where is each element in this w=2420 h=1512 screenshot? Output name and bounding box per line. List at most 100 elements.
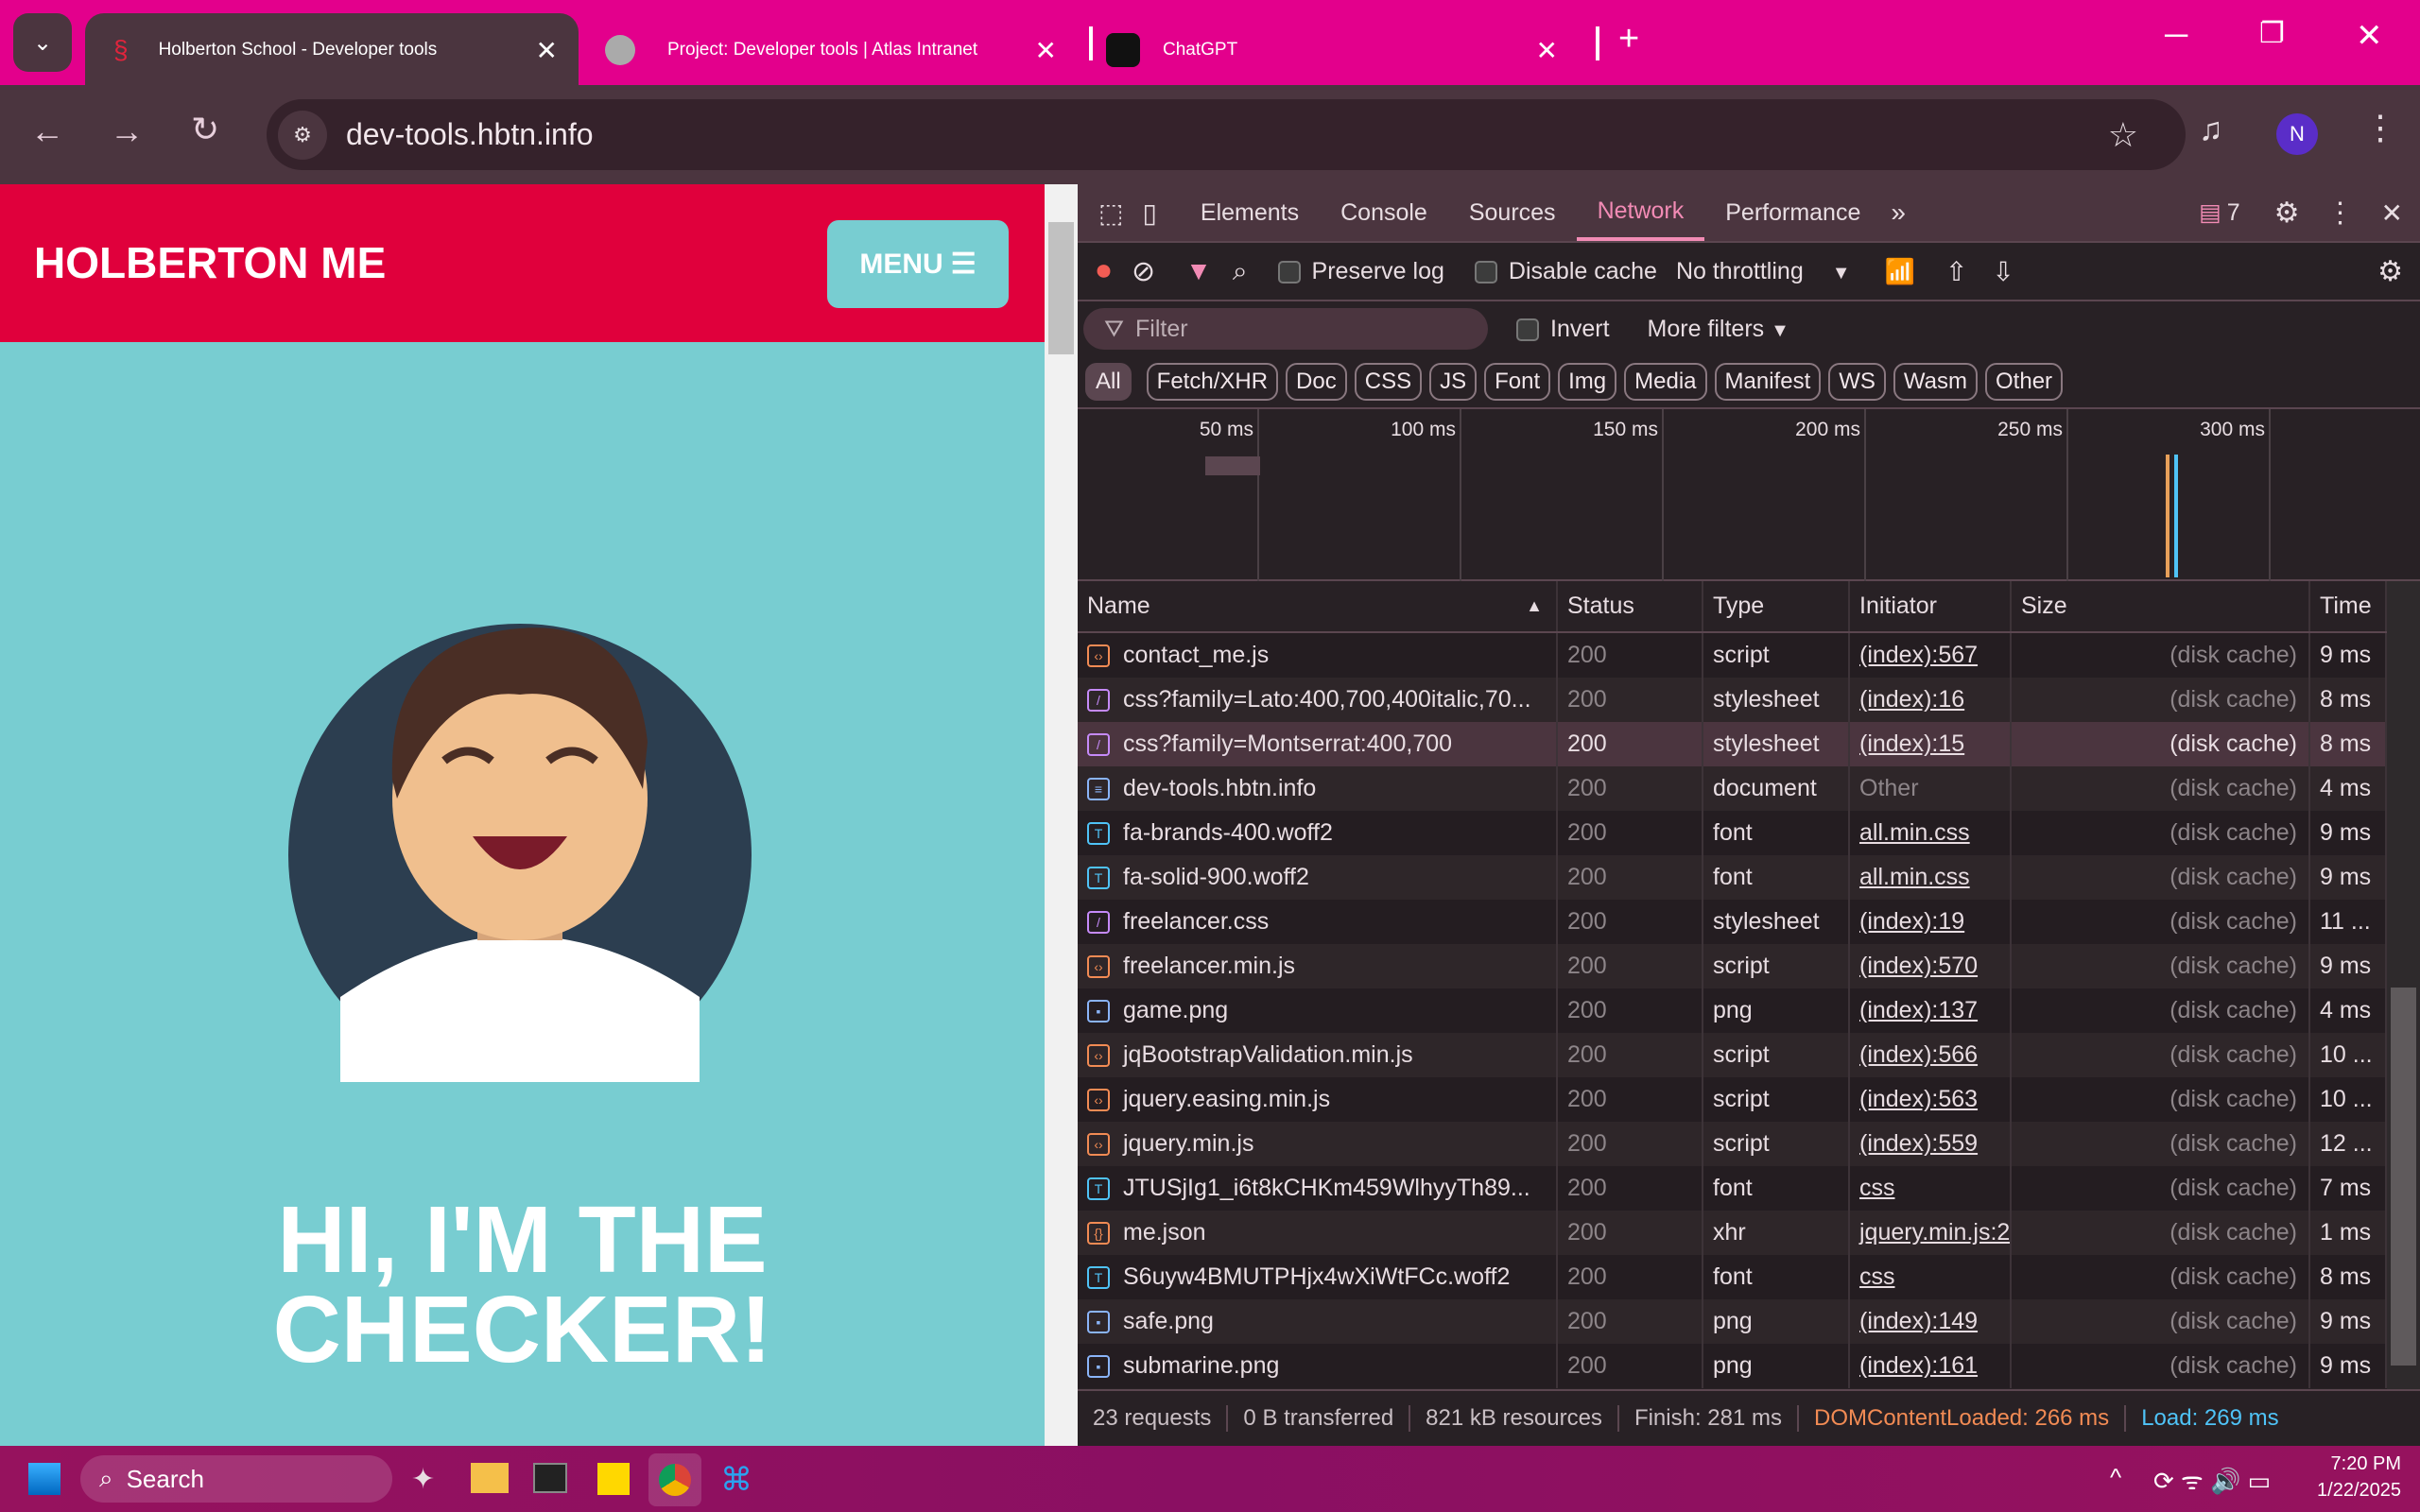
export-har-icon[interactable]: ⇩ — [1992, 256, 2014, 287]
tab-performance[interactable]: Performance — [1704, 184, 1881, 241]
close-tab-icon[interactable]: ✕ — [536, 35, 558, 66]
clock-date[interactable]: 1/22/2025 — [2278, 1480, 2401, 1502]
cell-initiator[interactable]: (index):566 — [1850, 1033, 2012, 1077]
restore-button[interactable]: ❐ — [2259, 17, 2285, 50]
tab-console[interactable]: Console — [1320, 184, 1448, 241]
table-row[interactable]: / css?family=Lato:400,700,400italic,70...… — [1078, 678, 2387, 722]
filter-chip-manifest[interactable]: Manifest — [1714, 363, 1822, 401]
cell-initiator[interactable]: (index):559 — [1850, 1122, 2012, 1166]
column-header-type[interactable]: Type — [1703, 581, 1850, 631]
cell-initiator[interactable]: jquery.min.js:2 — [1850, 1211, 2012, 1255]
back-button[interactable]: ← — [30, 112, 64, 151]
clear-icon[interactable]: ⊘ — [1132, 255, 1155, 288]
settings-icon[interactable]: ⚙ — [2274, 197, 2300, 230]
more-filters-dropdown[interactable]: More filters ▼ — [1648, 316, 1789, 343]
cell-initiator[interactable]: (index):15 — [1850, 722, 2012, 766]
column-header-status[interactable]: Status — [1558, 581, 1703, 631]
search-icon[interactable]: ⌕ — [1233, 256, 1248, 287]
import-har-icon[interactable]: ⇧ — [1945, 256, 1967, 287]
disable-cache-checkbox[interactable]: Disable cache — [1474, 258, 1657, 285]
filter-chip-font[interactable]: Font — [1484, 363, 1551, 401]
tab-holberton[interactable]: § Holberton School - Developer tools ✕ — [85, 13, 579, 87]
table-row[interactable]: Tfa-solid-900.woff2 200 font all.min.css (di… — [1078, 855, 2387, 900]
sticky-notes-icon[interactable] — [597, 1463, 630, 1495]
table-row[interactable]: ▪ game.png 200 png (index):137 (disk cache) 4 … — [1078, 988, 2387, 1033]
filter-chip-fetch-xhr[interactable]: Fetch/XHR — [1146, 363, 1279, 401]
file-explorer-icon[interactable] — [471, 1463, 509, 1493]
cell-initiator[interactable]: (index):19 — [1850, 900, 2012, 944]
close-tab-icon[interactable]: ✕ — [1536, 35, 1558, 66]
inspect-element-icon[interactable]: ⬚ — [1098, 198, 1123, 229]
menu-button[interactable]: MENU ☰ — [827, 220, 1009, 308]
table-row[interactable]: ≡ dev-tools.hbtn.info 200 document Other (dis… — [1078, 766, 2387, 811]
tray-icons[interactable]: ⟳ ᯤ 🔊 ▭ — [2153, 1463, 2271, 1497]
more-options-icon[interactable]: ⋮ — [2326, 197, 2355, 230]
terminal-icon[interactable] — [533, 1463, 567, 1493]
throttling-select[interactable]: No throttling ▼ — [1676, 258, 1851, 285]
cell-initiator[interactable]: all.min.css — [1850, 811, 2012, 855]
tab-chatgpt[interactable]: ChatGPT ✕ — [1106, 13, 1579, 87]
table-row[interactable]: ‹› contact_me.js 200 script (index):567 (disk… — [1078, 633, 2387, 678]
column-header-name[interactable]: Name ▲ — [1078, 581, 1558, 631]
site-brand[interactable]: HOLBERTON ME — [34, 237, 386, 288]
cell-initiator[interactable]: css — [1850, 1255, 2012, 1299]
column-header-time[interactable]: Time — [2310, 581, 2387, 631]
filter-toggle-icon[interactable]: ▼ — [1185, 256, 1212, 286]
close-devtools-icon[interactable]: ✕ — [2381, 198, 2403, 229]
cell-initiator[interactable]: all.min.css — [1850, 855, 2012, 900]
tab-network[interactable]: Network — [1576, 184, 1705, 241]
page-scrollbar[interactable] — [1045, 184, 1078, 1446]
record-stop-icon[interactable]: ⏺ — [1097, 255, 1111, 287]
close-tab-icon[interactable]: ✕ — [1035, 35, 1057, 66]
table-row[interactable]: / freelancer.css 200 stylesheet (index):19 (d… — [1078, 900, 2387, 944]
filter-chip-css[interactable]: CSS — [1354, 363, 1423, 401]
cell-initiator[interactable]: (index):570 — [1850, 944, 2012, 988]
issues-icon[interactable]: ▤ — [2199, 198, 2221, 227]
filter-chip-ws[interactable]: WS — [1828, 363, 1886, 401]
address-bar[interactable]: ⚙ dev-tools.hbtn.info ☆ — [267, 99, 2186, 170]
close-window-button[interactable]: ✕ — [2356, 17, 2383, 55]
cell-initiator[interactable]: (index):149 — [1850, 1299, 2012, 1344]
table-row[interactable]: ‹› freelancer.min.js 200 script (index):570 (… — [1078, 944, 2387, 988]
cell-initiator[interactable]: (index):16 — [1850, 678, 2012, 722]
tab-atlas[interactable]: Project: Developer tools | Atlas Intrane… — [605, 13, 1078, 87]
column-header-initiator[interactable]: Initiator — [1850, 581, 2012, 631]
table-row[interactable]: ▪ submarine.png 200 png (index):161 (disk cac… — [1078, 1344, 2387, 1388]
bookmark-star-icon[interactable]: ☆ — [2108, 115, 2138, 155]
scrollbar-thumb[interactable] — [2391, 988, 2416, 1366]
tab-search-button[interactable]: ⌄ — [13, 13, 72, 72]
cell-initiator[interactable]: (index):137 — [1850, 988, 2012, 1033]
table-row[interactable]: Tfa-brands-400.woff2 200 font all.min.css (d… — [1078, 811, 2387, 855]
filter-input[interactable]: ⛛ Filter — [1083, 308, 1488, 350]
table-row[interactable]: ▪ safe.png 200 png (index):149 (disk cache) 9 … — [1078, 1299, 2387, 1344]
sort-ascending-icon[interactable]: ▲ — [1526, 596, 1543, 616]
network-settings-icon[interactable]: ⚙ — [2377, 255, 2403, 288]
filter-chip-wasm[interactable]: Wasm — [1893, 363, 1979, 401]
table-row[interactable]: {} me.json 200 xhr jquery.min.js:2 (disk cach… — [1078, 1211, 2387, 1255]
cell-initiator[interactable]: (index):563 — [1850, 1077, 2012, 1122]
issues-count[interactable]: 7 — [2227, 199, 2240, 227]
device-toolbar-icon[interactable]: ▯ — [1142, 198, 1156, 229]
cell-initiator[interactable]: (index):567 — [1850, 633, 2012, 678]
preserve-log-checkbox[interactable]: Preserve log — [1277, 258, 1444, 285]
filter-chip-other[interactable]: Other — [1985, 363, 2064, 401]
table-row[interactable]: ‹› jquery.min.js 200 script (index):559 (disk… — [1078, 1122, 2387, 1166]
filter-chip-doc[interactable]: Doc — [1286, 363, 1347, 401]
filter-chip-all[interactable]: All — [1085, 363, 1132, 401]
table-scrollbar[interactable] — [2387, 581, 2420, 1389]
invert-checkbox[interactable]: Invert — [1516, 316, 1610, 343]
table-row[interactable]: ‹› jqBootstrapValidation.min.js 200 script (… — [1078, 1033, 2387, 1077]
table-row[interactable]: / css?family=Montserrat:400,700 200 stylesh… — [1078, 722, 2387, 766]
network-conditions-icon[interactable]: 📶 — [1885, 257, 1915, 286]
browser-menu-icon[interactable]: ⋮ — [2363, 108, 2397, 147]
start-button[interactable] — [28, 1463, 60, 1495]
cell-initiator[interactable]: css — [1850, 1166, 2012, 1211]
more-panels-icon[interactable]: » — [1891, 198, 1906, 228]
media-control-icon[interactable]: ♫ — [2199, 112, 2223, 148]
tab-sources[interactable]: Sources — [1448, 184, 1577, 241]
tray-chevron-icon[interactable]: ^ — [2110, 1463, 2121, 1492]
table-row[interactable]: T S6uyw4BMUTPHjx4wXiWtFCc.woff2 200 font css… — [1078, 1255, 2387, 1299]
site-info-icon[interactable]: ⚙ — [278, 110, 327, 160]
table-row[interactable]: T JTUSjIg1_i6t8kCHKm459WlhyyTh89... 200 fon… — [1078, 1166, 2387, 1211]
filter-chip-js[interactable]: JS — [1429, 363, 1478, 401]
